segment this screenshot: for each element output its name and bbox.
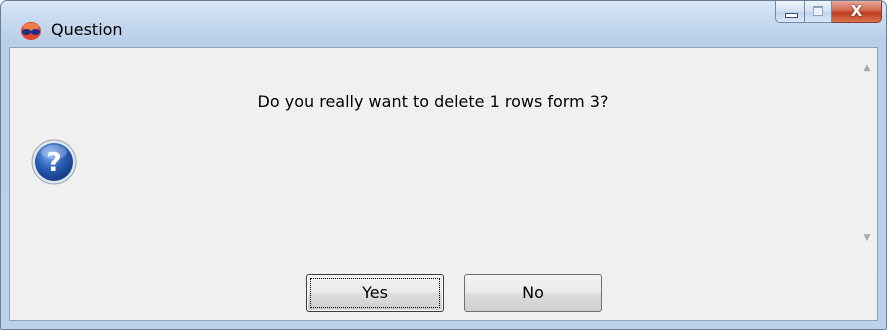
focus-indicator — [310, 278, 440, 308]
svg-text:?: ? — [46, 148, 61, 178]
no-button-label: No — [522, 283, 544, 302]
question-dialog-window: Question X ? Do you really want to delet… — [0, 0, 887, 330]
maximize-icon — [813, 6, 823, 16]
dialog-body: ? Do you really want to delete 1 rows fo… — [9, 47, 878, 321]
dialog-message: Do you really want to delete 1 rows form… — [257, 92, 609, 111]
window-controls: X — [775, 1, 882, 23]
close-icon: X — [850, 2, 863, 20]
close-button[interactable]: X — [832, 1, 882, 23]
no-button[interactable]: No — [464, 274, 602, 312]
window-title: Question — [51, 20, 123, 39]
minimize-icon — [785, 13, 798, 18]
title-bar[interactable]: Question X — [1, 1, 886, 47]
question-icon: ? — [31, 139, 77, 185]
vertical-scrollbar[interactable]: ▲ ▼ — [857, 48, 877, 258]
minimize-button[interactable] — [775, 1, 805, 23]
scroll-up-arrow-icon[interactable]: ▲ — [857, 58, 877, 78]
maximize-button[interactable] — [805, 1, 832, 23]
yes-button[interactable]: Yes — [306, 274, 444, 312]
scroll-down-arrow-icon[interactable]: ▼ — [857, 228, 877, 248]
app-logo-icon — [21, 22, 41, 40]
